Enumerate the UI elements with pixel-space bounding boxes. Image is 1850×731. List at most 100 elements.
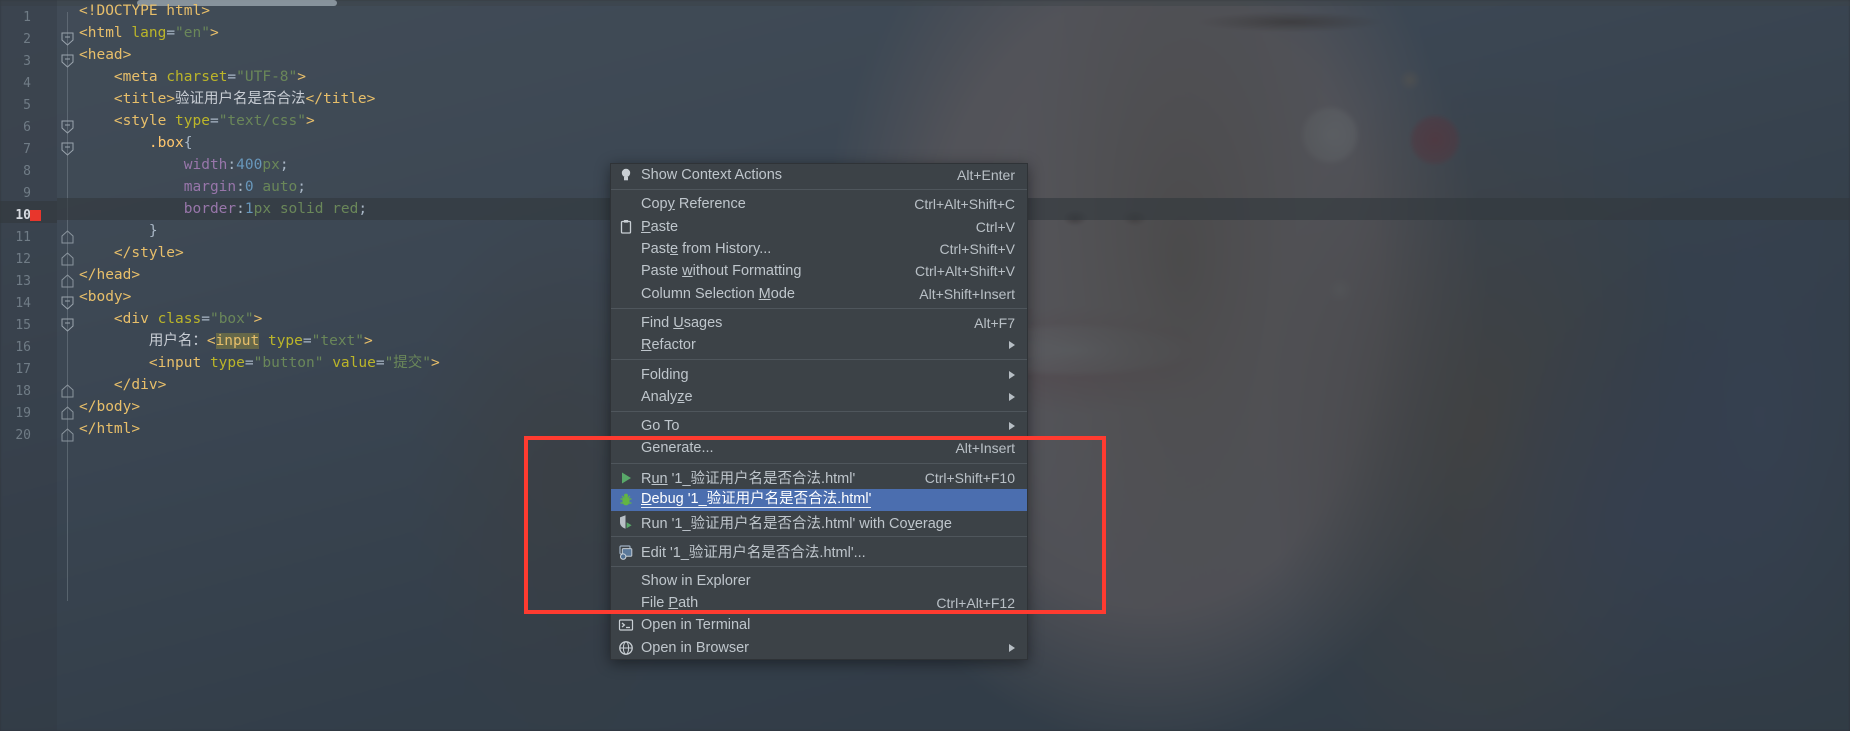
- code-token: >: [253, 311, 263, 327]
- editor-gutter[interactable]: 1 2 3 4 5 6 7 8 9 10 11 12 13 14 15 16 17 18 19 20: [0, 0, 57, 731]
- menu-item-shortcut: Ctrl+Alt+F12: [936, 595, 1015, 612]
- code-token: "text/css": [218, 113, 306, 129]
- submenu-chevron-right-icon: [1009, 422, 1015, 431]
- gutter-line-number: 20: [15, 428, 31, 443]
- menu-item-debug-file[interactable]: Debug '1_验证用户名是否合法.html': [611, 488, 1027, 512]
- code-token: value: [332, 355, 376, 371]
- code-line[interactable]: <!DOCTYPE html>: [57, 0, 1850, 22]
- code-token: </html>: [79, 421, 141, 437]
- menu-item-run-with-coverage[interactable]: Run '1_验证用户名是否合法.html' with Coverage: [611, 511, 1027, 533]
- gutter-line-number: 1: [23, 10, 31, 25]
- menu-item-paste-from-history[interactable]: Paste from History... Ctrl+Shift+V: [611, 238, 1027, 260]
- code-line[interactable]: <meta charset="UTF-8">: [57, 66, 1850, 88]
- code-token: :: [236, 179, 245, 195]
- code-token: px solid: [253, 201, 333, 217]
- clipboard-icon: [618, 219, 634, 235]
- code-token: ;: [279, 157, 289, 173]
- code-token: =: [375, 355, 385, 371]
- code-token: auto: [262, 179, 298, 195]
- gutter-line-number: 7: [23, 142, 31, 157]
- code-line[interactable]: <style type="text/css">: [57, 110, 1850, 132]
- gutter-line-number: 12: [15, 252, 31, 267]
- code-token: :: [236, 201, 245, 217]
- menu-item-file-path[interactable]: File Path Ctrl+Alt+F12: [611, 592, 1027, 614]
- code-token: "text": [311, 333, 365, 349]
- menu-item-label: Show in Explorer: [641, 572, 751, 589]
- code-token: <div: [113, 311, 158, 327]
- code-token: =: [166, 25, 176, 41]
- menu-item-find-usages[interactable]: Find Usages Alt+F7: [611, 312, 1027, 334]
- menu-item-shortcut: Ctrl+Shift+F10: [924, 469, 1015, 486]
- menu-item-shortcut: Alt+F7: [974, 314, 1015, 331]
- menu-item-shortcut: Ctrl+Alt+Shift+V: [915, 263, 1015, 280]
- debug-bug-icon: [618, 492, 634, 508]
- menu-item-paste-without-formatting[interactable]: Paste without Formatting Ctrl+Alt+Shift+V: [611, 260, 1027, 282]
- menu-item-open-in-browser[interactable]: Open in Browser: [611, 637, 1027, 659]
- code-token: <!DOCTYPE html>: [79, 3, 210, 19]
- code-token: >: [209, 25, 219, 41]
- menu-item-label: Folding: [641, 366, 689, 383]
- menu-separator: [611, 189, 1027, 191]
- submenu-chevron-right-icon: [1009, 370, 1015, 379]
- menu-item-run-file[interactable]: Run '1_验证用户名是否合法.html' Ctrl+Shift+F10: [611, 467, 1027, 489]
- code-line[interactable]: .box{: [57, 132, 1850, 154]
- code-token: </title>: [305, 91, 376, 107]
- code-token: ;: [297, 179, 307, 195]
- code-token: class: [157, 311, 202, 327]
- code-token: lang: [131, 25, 167, 41]
- code-token: "box": [209, 311, 254, 327]
- gutter-line-number: 15: [15, 318, 31, 333]
- code-token: type: [175, 113, 210, 129]
- code-token: 400: [236, 157, 263, 173]
- code-line[interactable]: <html lang="en">: [57, 22, 1850, 44]
- menu-item-paste[interactable]: Paste Ctrl+V: [611, 216, 1027, 238]
- menu-item-generate[interactable]: Generate... Alt+Insert: [611, 437, 1027, 459]
- submenu-chevron-right-icon: [1009, 341, 1015, 350]
- code-token: 0: [244, 179, 254, 195]
- code-token: charset: [166, 69, 228, 85]
- editor-context-menu[interactable]: Show Context Actions Alt+Enter Copy Refere…: [610, 163, 1028, 660]
- menu-item-copy-reference[interactable]: Copy Reference Ctrl+Alt+Shift+C: [611, 193, 1027, 215]
- submenu-chevron-right-icon: [1009, 392, 1015, 401]
- menu-item-column-selection-mode[interactable]: Column Selection Mode Alt+Shift+Insert: [611, 282, 1027, 304]
- code-token: border: [183, 201, 237, 217]
- menu-item-shortcut: Alt+Enter: [957, 167, 1015, 184]
- menu-separator: [611, 462, 1027, 464]
- menu-item-shortcut: Ctrl+V: [975, 218, 1015, 235]
- menu-item-show-context-actions[interactable]: Show Context Actions Alt+Enter: [611, 164, 1027, 186]
- code-token: =: [227, 69, 237, 85]
- gutter-line-number: 10: [15, 208, 31, 223]
- gutter-line-number: 6: [23, 120, 31, 135]
- code-token: :: [227, 157, 237, 173]
- menu-item-analyze[interactable]: Analyze: [611, 386, 1027, 408]
- code-token: {: [183, 135, 193, 151]
- menu-item-label: Run '1_验证用户名是否合法.html': [641, 471, 856, 488]
- menu-item-open-in-terminal[interactable]: Open in Terminal: [611, 614, 1027, 636]
- coverage-shield-icon: [618, 514, 634, 530]
- code-token: type: [209, 355, 245, 371]
- gutter-line-number: 11: [15, 230, 31, 245]
- menu-item-label: Paste: [641, 218, 679, 235]
- menu-item-label: Paste without Formatting: [641, 263, 802, 280]
- menu-item-show-in-explorer[interactable]: Show in Explorer: [611, 570, 1027, 592]
- code-token: >: [364, 333, 373, 349]
- menu-item-go-to[interactable]: Go To: [611, 415, 1027, 437]
- code-line[interactable]: <title>验证用户名是否合法</title>: [57, 88, 1850, 110]
- code-token: =: [302, 333, 312, 349]
- code-line[interactable]: <head>: [57, 44, 1850, 66]
- menu-item-refactor[interactable]: Refactor: [611, 334, 1027, 356]
- menu-item-label: File Path: [641, 595, 699, 612]
- gutter-line-number: 16: [15, 340, 31, 355]
- code-token: .box: [148, 135, 184, 151]
- lightbulb-icon: [618, 167, 634, 183]
- run-green-triangle-icon: [618, 470, 634, 486]
- menu-separator: [611, 410, 1027, 412]
- menu-item-folding[interactable]: Folding: [611, 363, 1027, 385]
- code-token: =: [244, 355, 254, 371]
- menu-item-edit-run-configuration[interactable]: Edit '1_验证用户名是否合法.html'...: [611, 540, 1027, 562]
- code-token: =: [201, 311, 210, 327]
- breakpoint-marker-icon[interactable]: [30, 210, 41, 221]
- code-token: "UTF-8": [236, 69, 298, 85]
- menu-item-label: Open in Terminal: [641, 617, 751, 634]
